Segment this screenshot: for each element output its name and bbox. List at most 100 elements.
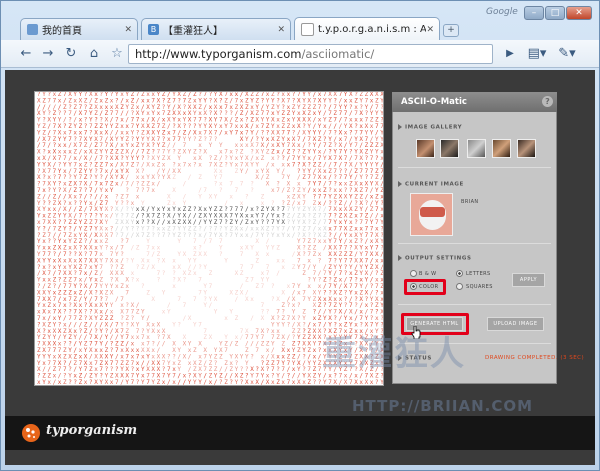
- ascii-char: /: [261, 174, 265, 181]
- ascii-char: X: [245, 296, 249, 303]
- ascii-char: x: [37, 379, 41, 386]
- close-tab-icon[interactable]: ✕: [426, 25, 434, 35]
- gallery-thumb-5[interactable]: [517, 139, 536, 158]
- color-radio[interactable]: [410, 283, 417, 290]
- ascii-char: Z: [146, 289, 150, 296]
- ascii-char: x: [287, 161, 291, 168]
- forward-arrow-icon[interactable]: →: [38, 44, 58, 64]
- ascii-char: x: [188, 161, 192, 168]
- go-arrow-icon[interactable]: ▶: [500, 44, 520, 64]
- ascii-char: X: [183, 149, 187, 156]
- back-arrow-icon[interactable]: ←: [16, 44, 36, 64]
- ascii-char: Z: [141, 264, 145, 271]
- tab-briian[interactable]: B 【重灌狂人】 ✕: [141, 18, 291, 40]
- ascii-char: 7: [250, 277, 254, 284]
- ascii-char: Y: [42, 379, 46, 386]
- ascii-char: ?: [193, 136, 197, 143]
- ascii-char: Z: [209, 270, 213, 277]
- ascii-char: Z: [219, 353, 223, 360]
- ascii-char: /: [229, 341, 233, 348]
- ascii-char: ?: [188, 232, 192, 239]
- gallery-thumb-2[interactable]: [440, 139, 459, 158]
- ascii-char: X: [151, 296, 155, 303]
- home-icon[interactable]: ⌂: [84, 44, 104, 64]
- bw-radio[interactable]: [410, 270, 417, 277]
- ascii-char: X: [354, 379, 358, 386]
- ascii-char: Y: [229, 161, 233, 168]
- ascii-char: X: [94, 379, 98, 386]
- tab-homepage[interactable]: 我的首頁 ✕: [20, 18, 138, 40]
- maximize-button[interactable]: □: [545, 6, 565, 20]
- ascii-char: x: [209, 379, 213, 386]
- ascii-char: 7: [105, 257, 109, 264]
- ascii-char: X: [214, 296, 218, 303]
- ascii-char: 7: [198, 321, 202, 328]
- ascii-char: ?: [250, 187, 254, 194]
- close-tab-icon[interactable]: ✕: [277, 25, 285, 35]
- letters-radio[interactable]: [456, 270, 463, 277]
- squares-radio[interactable]: [456, 283, 463, 290]
- ascii-char: ?: [214, 181, 218, 188]
- ascii-char: Z: [276, 245, 280, 252]
- reload-icon[interactable]: ↻: [61, 44, 81, 64]
- ascii-char: ?: [89, 379, 93, 386]
- ascii-char: X: [203, 251, 207, 258]
- ascii-char: Z: [193, 347, 197, 354]
- ascii-char: 7: [146, 187, 150, 194]
- gallery-thumb-1[interactable]: [416, 139, 435, 158]
- current-image-thumb: [410, 193, 453, 236]
- ascii-char: ?: [287, 321, 291, 328]
- ascii-char: Z: [235, 341, 239, 348]
- ascii-char: Z: [313, 251, 317, 258]
- gallery-thumb-4[interactable]: [492, 139, 511, 158]
- ascii-char: Z: [79, 379, 83, 386]
- ascii-char: X: [188, 315, 192, 322]
- ascii-char: /: [287, 334, 291, 341]
- ascii-char: Y: [271, 245, 275, 252]
- ascii-char: /: [120, 181, 124, 188]
- minimize-button[interactable]: –: [524, 6, 544, 20]
- ascii-char: x: [245, 142, 249, 149]
- ascii-char: ?: [183, 277, 187, 284]
- upload-image-button[interactable]: UPLOAD IMAGE: [487, 317, 544, 331]
- gallery-thumb-3[interactable]: [467, 139, 486, 158]
- squares-option-label: SQUARES: [466, 284, 493, 290]
- address-bar[interactable]: http://www.typorganism.com/asciiomatic/: [128, 44, 493, 64]
- ascii-char: Y: [162, 174, 166, 181]
- wrench-menu-icon[interactable]: ✎▾: [553, 44, 581, 64]
- close-tab-icon[interactable]: ✕: [124, 25, 132, 35]
- ascii-char: /: [183, 315, 187, 322]
- bookmark-star-icon[interactable]: ☆: [107, 44, 127, 64]
- ascii-char: ?: [162, 270, 166, 277]
- ascii-char: ?: [240, 379, 244, 386]
- ascii-char: Y: [198, 193, 202, 200]
- ascii-char: Y: [172, 232, 176, 239]
- current-image-label: CURRENT IMAGE: [398, 181, 464, 188]
- tab-typorganism[interactable]: t.y.p.o.r.g.a.n.i.s.m : ASC... ✕: [294, 17, 440, 41]
- close-window-button[interactable]: ✕: [566, 6, 592, 20]
- ascii-char: Y: [281, 232, 285, 239]
- ascii-char: x: [281, 379, 285, 386]
- ascii-char: Y: [193, 321, 197, 328]
- ascii-char: x: [250, 379, 254, 386]
- page-menu-icon[interactable]: ▤▾: [523, 44, 551, 64]
- ascii-char: ?: [198, 264, 202, 271]
- ascii-char: X: [151, 264, 155, 271]
- ascii-char: X: [167, 174, 171, 181]
- bw-option-label: B & W: [419, 271, 436, 277]
- ascii-char: X: [365, 379, 369, 386]
- ascii-char: X: [198, 341, 202, 348]
- ascii-char: Y: [172, 321, 176, 328]
- ascii-char: /: [292, 232, 296, 239]
- ascii-char: Z: [276, 334, 280, 341]
- ascii-char: Z: [255, 257, 259, 264]
- ascii-char: ?: [68, 379, 72, 386]
- ascii-char: ?: [266, 328, 270, 335]
- ascii-char: Z: [235, 315, 239, 322]
- apply-button[interactable]: APPLY: [512, 273, 545, 287]
- help-icon[interactable]: ?: [542, 96, 553, 107]
- ascii-char: ?: [172, 149, 176, 156]
- new-tab-button[interactable]: +: [443, 24, 459, 37]
- ascii-char: X: [209, 193, 213, 200]
- ascii-char: ?: [219, 187, 223, 194]
